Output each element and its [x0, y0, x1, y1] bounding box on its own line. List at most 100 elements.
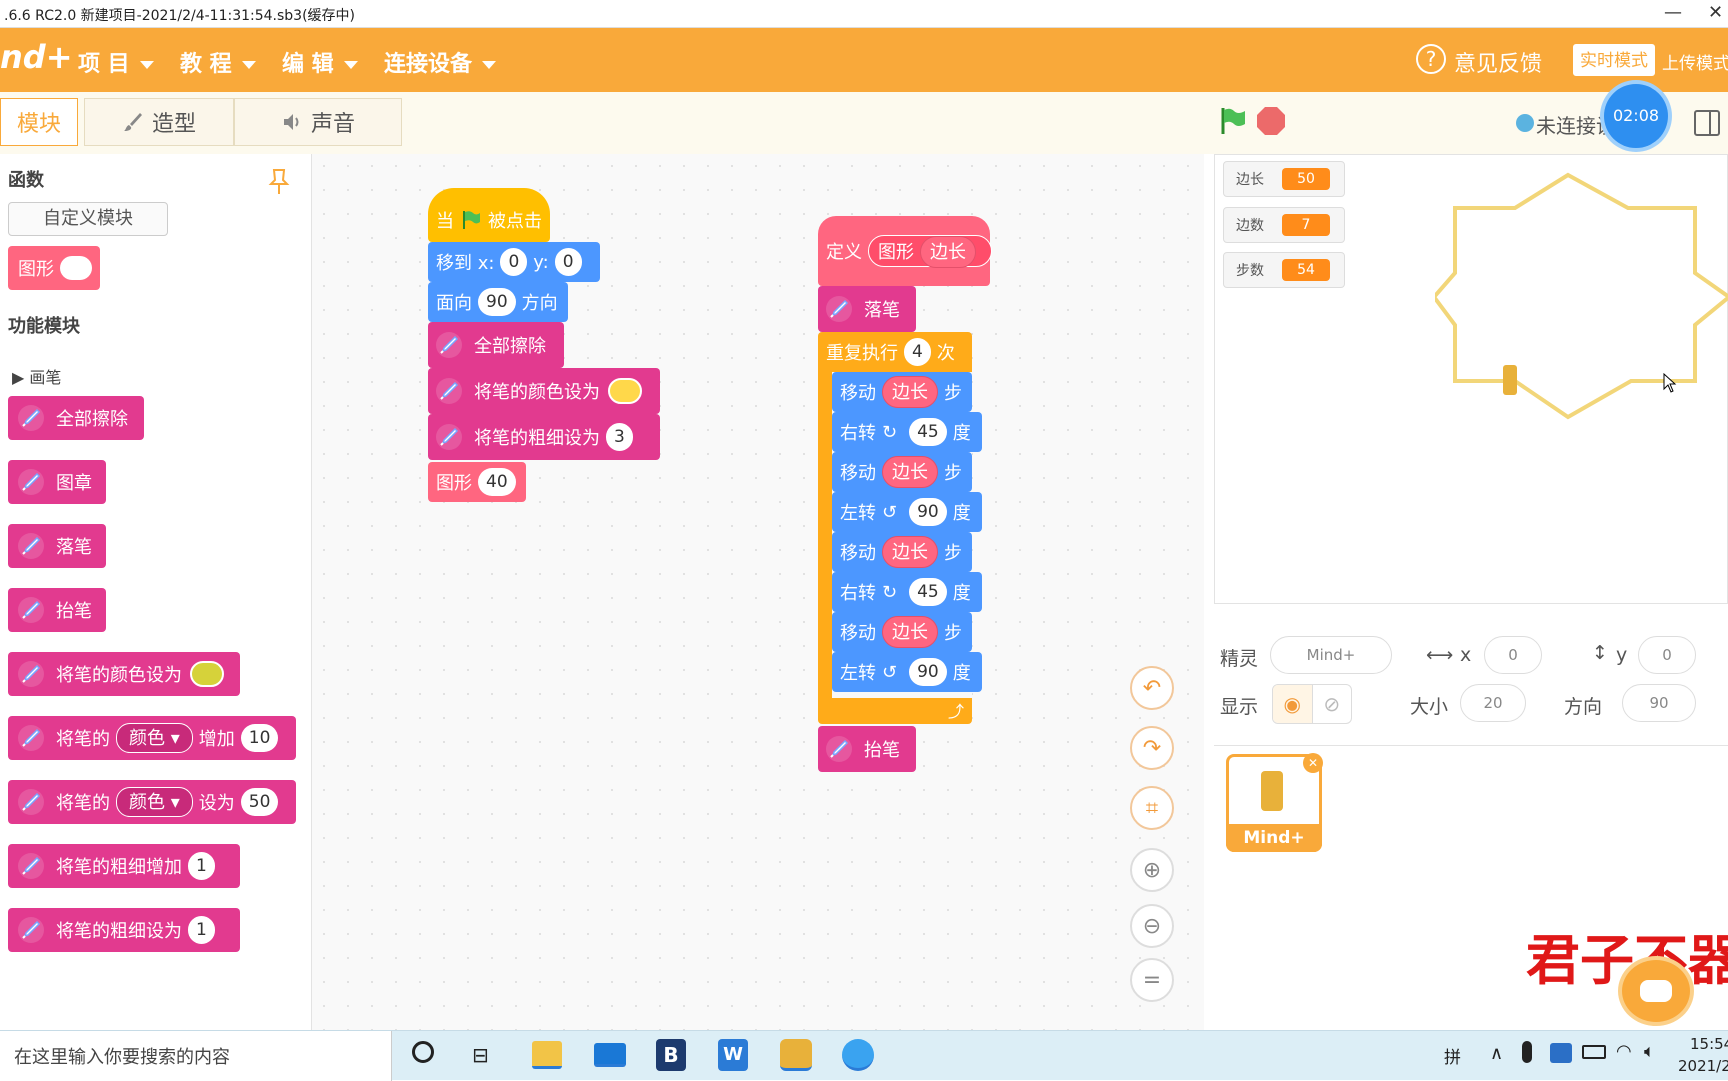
taskbar-search-box[interactable]: 在这里输入你要搜索的内容	[0, 1031, 392, 1081]
sprite-mind-plus[interactable]	[1503, 365, 1517, 395]
menu-edit[interactable]: 编 辑	[282, 46, 358, 78]
pen-icon	[18, 405, 44, 431]
zoom-in-button[interactable]: ⊕	[1130, 848, 1174, 892]
menu-tutorial[interactable]: 教 程	[180, 46, 256, 78]
sprite-list: Mind+ ✕ 君子不器	[1214, 746, 1728, 1030]
palette-block-set-param[interactable]: 将笔的 颜色 ▾ 设为 50	[8, 780, 296, 824]
upload-mode-button[interactable]: 上传模式	[1662, 49, 1728, 74]
color-swatch[interactable]	[608, 378, 642, 404]
sprite-name-input[interactable]: Mind+	[1270, 636, 1392, 674]
x-label: x	[1460, 644, 1472, 666]
clear-block[interactable]: 全部擦除	[428, 322, 564, 368]
tab-sounds[interactable]: 声音	[234, 98, 402, 146]
pen-icon	[18, 597, 44, 623]
green-flag-icon[interactable]	[1218, 106, 1248, 136]
sprite-thumbnail[interactable]: Mind+ ✕	[1226, 753, 1323, 852]
palette-block-clear[interactable]: 全部擦除	[8, 396, 144, 440]
assistant-cat-button[interactable]	[1618, 956, 1694, 1026]
mail-icon[interactable]	[594, 1043, 626, 1067]
wifi-icon[interactable]: ◠	[1616, 1041, 1632, 1062]
pen-category[interactable]: ▶ 画笔	[12, 364, 61, 388]
define-shape-block[interactable]: 定义 图形 边长	[818, 216, 992, 286]
visibility-toggle[interactable]: ◉ ⊘	[1272, 684, 1352, 724]
turn-left-block[interactable]: 左转 ↺ 90 度	[832, 492, 982, 532]
palette-block-pen-up[interactable]: 抬笔	[8, 588, 106, 632]
zoom-out-button[interactable]: ⊖	[1130, 904, 1174, 948]
volume-icon[interactable]: 🔈︎	[1644, 1041, 1655, 1062]
undo-button[interactable]: ↶	[1130, 666, 1174, 710]
move-block[interactable]: 移动 边长步	[832, 372, 972, 412]
clock-time[interactable]: 15:54	[1690, 1035, 1728, 1053]
menu-project[interactable]: 项 目	[78, 46, 154, 78]
pen-down-block[interactable]: 落笔	[818, 286, 916, 332]
set-pen-size-block[interactable]: 将笔的粗细设为 3	[428, 414, 660, 460]
battery-icon[interactable]	[1582, 1045, 1606, 1059]
windows-taskbar: 在这里输入你要搜索的内容 ⊟ B W 拼 ∧ ◠ 🔈︎ 15:54 2021/2	[0, 1030, 1728, 1081]
custom-block-button[interactable]: 自定义模块	[8, 202, 168, 236]
close-button[interactable]: ✕	[1708, 2, 1723, 23]
menu-connect-device[interactable]: 连接设备	[384, 46, 497, 78]
goto-xy-block[interactable]: 移到 x: 0 y: 0	[428, 242, 600, 282]
chevron-up-icon[interactable]: ∧	[1490, 1043, 1503, 1064]
app-w-icon[interactable]: W	[718, 1039, 748, 1071]
mindplus-taskbar-icon[interactable]	[780, 1039, 812, 1071]
move-block[interactable]: 移动 边长步	[832, 532, 972, 572]
palette-block-pen-down[interactable]: 落笔	[8, 524, 106, 568]
zoom-reset-button[interactable]: =	[1130, 958, 1174, 1002]
tab-costumes[interactable]: 造型	[84, 98, 234, 146]
param-reporter[interactable]: 边长	[920, 236, 976, 268]
palette-block-stamp[interactable]: 图章	[8, 460, 106, 504]
turn-right-block[interactable]: 右转 ↻ 45 度	[832, 572, 982, 612]
when-flag-clicked-block[interactable]: 当 被点击	[428, 188, 550, 242]
show-label: 显示	[1220, 696, 1259, 718]
live-mode-button[interactable]: 实时模式	[1572, 43, 1656, 77]
eye-off-icon[interactable]: ⊘	[1311, 685, 1352, 723]
tab-blocks[interactable]: 模块	[0, 98, 78, 146]
cortana-icon[interactable]	[412, 1041, 434, 1063]
size-input[interactable]: 20	[1460, 684, 1526, 722]
modules-header: 功能模块	[8, 316, 80, 337]
minimize-button[interactable]: —	[1664, 2, 1682, 23]
window-title: .6.6 RC2.0 新建项目-2021/2/4-11:31:54.sb3(缓存…	[4, 8, 356, 24]
crop-button[interactable]: ⌗	[1130, 786, 1174, 830]
turn-left-block[interactable]: 左转 ↺ 90 度	[832, 652, 982, 692]
point-direction-block[interactable]: 面向 90 方向	[428, 282, 568, 322]
pen-icon	[436, 424, 462, 450]
y-input[interactable]: 0	[1638, 636, 1696, 674]
pin-icon[interactable]	[268, 168, 290, 196]
pen-up-block[interactable]: 抬笔	[818, 726, 916, 772]
stop-icon[interactable]	[1256, 106, 1286, 136]
param-dropdown[interactable]: 颜色 ▾	[116, 787, 193, 817]
palette-block-change-param[interactable]: 将笔的 颜色 ▾ 增加 10	[8, 716, 296, 760]
x-input[interactable]: 0	[1484, 636, 1542, 674]
clock-date[interactable]: 2021/2	[1678, 1057, 1728, 1075]
palette-block-set-color[interactable]: 将笔的颜色设为	[8, 652, 240, 696]
call-shape-block[interactable]: 图形 40	[428, 462, 526, 502]
microphone-icon[interactable]	[1522, 1041, 1532, 1063]
feedback-link[interactable]: 意见反馈	[1454, 46, 1542, 78]
move-block[interactable]: 移动 边长步	[832, 612, 972, 652]
move-block[interactable]: 移动 边长步	[832, 452, 972, 492]
stage-canvas[interactable]: 边长 50 边数 7 步数 54	[1214, 154, 1728, 604]
turn-right-block[interactable]: 右转 ↻ 45 度	[832, 412, 982, 452]
direction-input[interactable]: 90	[1622, 684, 1696, 722]
redo-button[interactable]: ↷	[1130, 726, 1174, 770]
palette-block-set-size[interactable]: 将笔的粗细设为 1	[8, 908, 240, 952]
color-swatch[interactable]	[190, 661, 224, 687]
script-workspace[interactable]: 当 被点击 移到 x: 0 y: 0 面向 90 方向 全部擦除 将笔的颜色设为 将笔的粗…	[312, 154, 1204, 1030]
browser-icon[interactable]	[842, 1039, 874, 1071]
large-stage-icon[interactable]	[1694, 110, 1720, 136]
tray-app-icon[interactable]	[1550, 1043, 1572, 1063]
ime-indicator[interactable]: 拼	[1444, 1043, 1461, 1068]
app-b-icon[interactable]: B	[656, 1039, 686, 1071]
param-dropdown[interactable]: 颜色 ▾	[116, 723, 193, 753]
palette-block-change-size[interactable]: 将笔的粗细增加 1	[8, 844, 240, 888]
task-view-icon[interactable]: ⊟	[472, 1043, 489, 1067]
set-pen-color-block[interactable]: 将笔的颜色设为	[428, 368, 660, 414]
file-explorer-icon[interactable]	[532, 1041, 562, 1069]
equals-icon: =	[1142, 967, 1162, 993]
palette-block-shape[interactable]: 图形	[8, 246, 100, 290]
eye-icon[interactable]: ◉	[1273, 685, 1312, 723]
window-titlebar: .6.6 RC2.0 新建项目-2021/2/4-11:31:54.sb3(缓存…	[0, 0, 1728, 28]
delete-sprite-icon[interactable]: ✕	[1303, 753, 1323, 773]
